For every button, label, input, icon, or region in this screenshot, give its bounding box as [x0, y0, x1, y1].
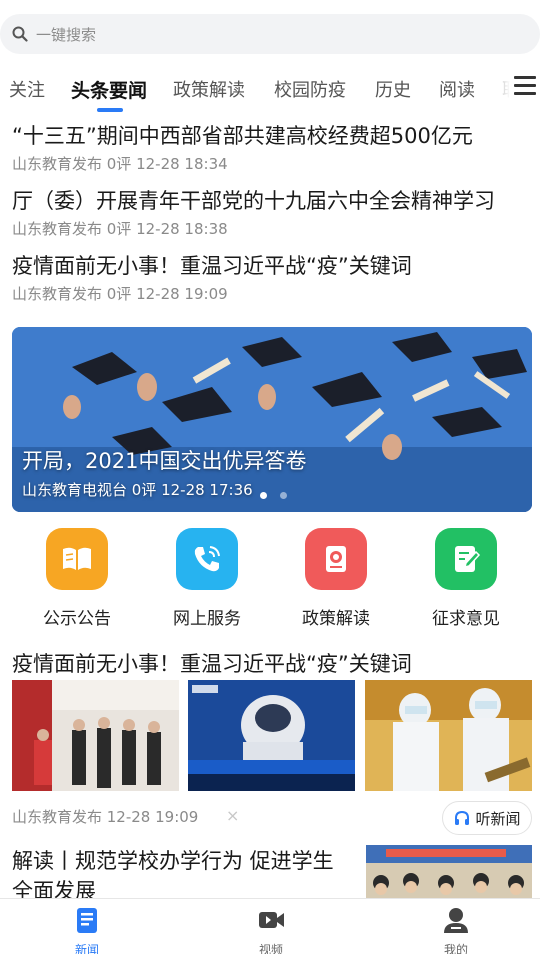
news-item[interactable]: “十三五”期间中西部省部共建高校经费超500亿元 山东教育发布 0评 12-28… — [12, 121, 528, 174]
tab-history[interactable]: 历史 — [375, 76, 411, 102]
tab-headlines[interactable]: 头条要闻 — [71, 76, 147, 103]
channel-tabs: 关注 头条要闻 政策解读 校园防疫 历史 阅读 职 — [0, 62, 540, 116]
nav-label: 新闻 — [74, 943, 99, 954]
tab-reading[interactable]: 阅读 — [439, 76, 475, 102]
news-meta: 山东教育发布 0评 12-28 19:09 — [12, 285, 228, 303]
news-item[interactable]: 疫情面前无小事！重温习近平战“疫”关键词 山东教育发布 0评 12-28 19:… — [12, 251, 528, 304]
search-area: 一键搜索 — [0, 0, 540, 60]
quick-link-online-service[interactable]: 网上服务 — [147, 528, 267, 629]
featured-thumbnail[interactable] — [12, 680, 179, 791]
quick-link-label: 征求意见 — [432, 609, 500, 629]
nav-label: 我的 — [443, 943, 468, 954]
search-input[interactable]: 一键搜索 — [0, 14, 540, 54]
banner-title: 开局，2021中国交出优异答卷 — [22, 449, 307, 473]
news-title: 疫情面前无小事！重温习近平战“疫”关键词 — [12, 254, 412, 278]
document-icon — [305, 528, 367, 590]
listen-news-label: 听新闻 — [475, 809, 521, 828]
headphones-icon — [455, 810, 470, 825]
nav-mine[interactable]: 我的 — [416, 905, 496, 954]
listen-news-button[interactable]: 听新闻 — [442, 801, 532, 835]
featured-thumbnail[interactable] — [365, 680, 532, 791]
quick-link-label: 公示公告 — [43, 609, 111, 629]
featured-meta: 山东教育发布 12-28 19:09 — [12, 808, 199, 826]
news-meta: 山东教育发布 0评 12-28 18:34 — [12, 155, 228, 173]
banner-meta: 山东教育电视台 0评 12-28 17:36 — [22, 481, 253, 499]
quick-link-announcements[interactable]: 公示公告 — [17, 528, 137, 629]
phone-icon — [176, 528, 238, 590]
news-title[interactable]: 解读丨规范学校办学行为 促进学生全面发展 — [12, 846, 352, 906]
edit-icon — [435, 528, 497, 590]
news-icon — [77, 908, 97, 933]
active-tab-indicator — [97, 108, 123, 112]
banner-carousel[interactable]: 开局，2021中国交出优异答卷 山东教育电视台 0评 12-28 17:36 — [12, 327, 532, 512]
quick-link-label: 政策解读 — [302, 609, 370, 629]
user-icon — [444, 908, 468, 933]
carousel-dot[interactable] — [280, 492, 287, 499]
search-icon — [12, 26, 28, 42]
news-item[interactable]: 厅（委）开展青年干部党的十九届六中全会精神学习 山东教育发布 0评 12-28 … — [12, 186, 528, 239]
book-icon — [46, 528, 108, 590]
close-icon[interactable]: × — [226, 806, 239, 825]
tab-follow[interactable]: 关注 — [9, 76, 45, 102]
featured-title[interactable]: 疫情面前无小事！重温习近平战“疫”关键词 — [12, 648, 412, 678]
nav-video[interactable]: 视频 — [231, 905, 311, 954]
news-meta: 山东教育发布 0评 12-28 18:38 — [12, 220, 228, 238]
featured-thumbnail[interactable] — [188, 680, 355, 791]
search-placeholder: 一键搜索 — [36, 25, 97, 44]
news-title: “十三五”期间中西部省部共建高校经费超500亿元 — [12, 124, 473, 148]
menu-icon[interactable] — [514, 76, 536, 98]
video-icon — [259, 912, 284, 928]
astronaut-tv-photo — [188, 680, 355, 791]
carousel-dot-active[interactable] — [260, 492, 267, 499]
quick-link-label: 网上服务 — [173, 609, 241, 629]
nav-news[interactable]: 新闻 — [47, 905, 127, 954]
quick-link-policy[interactable]: 政策解读 — [276, 528, 396, 629]
news-thumbnail[interactable] — [366, 845, 532, 898]
quick-link-feedback[interactable]: 征求意见 — [406, 528, 526, 629]
medical-workers-photo — [365, 680, 532, 791]
meeting-photo — [12, 680, 179, 791]
tab-policy[interactable]: 政策解读 — [173, 76, 245, 102]
news-title: 厅（委）开展青年干部党的十九届六中全会精神学习 — [12, 189, 495, 213]
nav-label: 视频 — [258, 943, 283, 954]
classroom-photo — [366, 845, 532, 898]
bottom-navigation: 新闻 视频 我的 — [0, 898, 540, 954]
tab-campus-epidemic[interactable]: 校园防疫 — [274, 76, 346, 102]
